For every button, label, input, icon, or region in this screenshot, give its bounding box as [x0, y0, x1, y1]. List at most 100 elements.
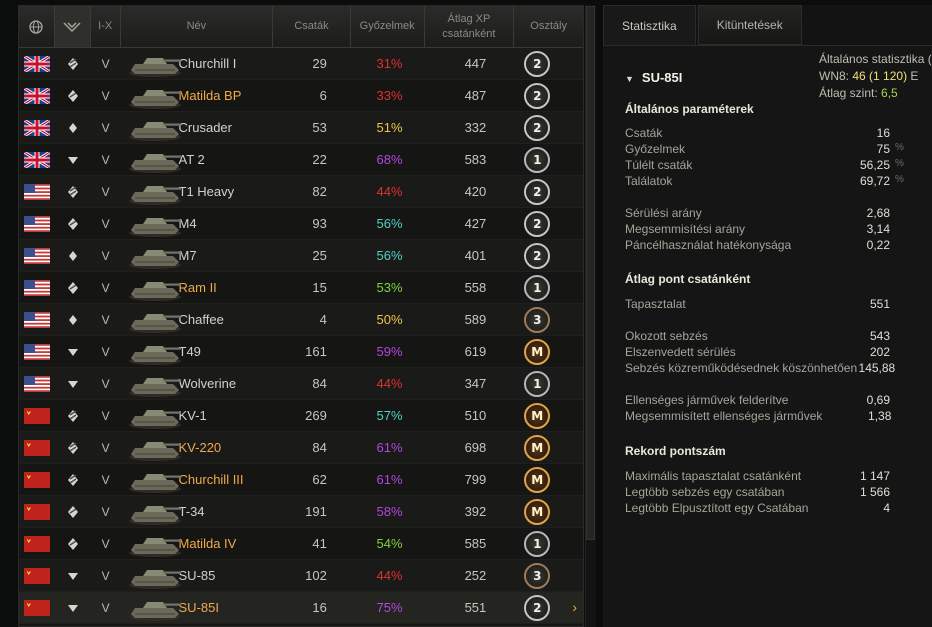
- avg-tier-label: Átlag szint:: [819, 86, 882, 100]
- avg-xp-cell: 619: [464, 344, 487, 359]
- tab-statistics[interactable]: Statisztika: [603, 5, 696, 45]
- tab-medals[interactable]: Kitüntetések: [697, 5, 802, 45]
- wins-cell: 61%: [351, 464, 425, 495]
- table-row[interactable]: V Matilda BP 6 33% 487 2: [19, 80, 583, 112]
- sort-tier[interactable]: I-X: [91, 6, 121, 47]
- stats-content: Általános statisztika ( WN8: 46 (1 120) …: [603, 45, 932, 627]
- table-row[interactable]: V KV-220 84 61% 698 M: [19, 432, 583, 464]
- table-row[interactable]: V T-34 191 58% 392 M: [19, 496, 583, 528]
- mastery-badge-icon: 2: [524, 242, 551, 269]
- vehicle-name: KV-1: [178, 408, 207, 423]
- sort-class[interactable]: Osztály: [514, 6, 583, 47]
- mastery-badge-icon: M: [524, 338, 551, 365]
- stat-value: 75: [876, 142, 890, 156]
- stat-label: Sérülési arány: [625, 206, 702, 220]
- tier-cell: V: [101, 248, 110, 263]
- mastery-badge-icon: 1: [524, 530, 551, 557]
- battles-cell: 25: [312, 248, 327, 263]
- table-row[interactable]: V Matilda IV 41 54% 585 1: [19, 528, 583, 560]
- vehicle-name-cell: Ram II: [121, 272, 274, 303]
- stat-damage-received: Elszenvedett sérülés 202: [625, 345, 905, 361]
- table-row[interactable]: V Ram II 15 53% 558 1: [19, 272, 583, 304]
- wins-cell: 51%: [351, 112, 425, 143]
- wins-header-label: Győzelmek: [359, 20, 415, 32]
- tier-cell: V: [101, 88, 110, 103]
- stat-unit: [890, 393, 905, 409]
- class-cell: 2: [514, 176, 583, 207]
- class-cell: 1: [514, 144, 583, 175]
- tier-cell: V: [101, 280, 110, 295]
- stat-label: Maximális tapasztalat csatánként: [625, 469, 802, 483]
- vehicle-type-light-icon: [55, 240, 91, 271]
- vehicle-name-cell: Crusader: [121, 112, 274, 143]
- table-row[interactable]: V Churchill III 62 61% 799 M: [19, 464, 583, 496]
- stat-xp: Tapasztalat 551: [625, 297, 905, 313]
- vehicle-name-cell: KV-220: [121, 432, 274, 463]
- battles-cell: 29: [312, 56, 327, 71]
- mastery-badge-icon: M: [524, 466, 551, 493]
- mastery-badge-icon: 2: [524, 114, 551, 141]
- vehicle-name: Ram II: [178, 280, 217, 295]
- stat-max-xp: Maximális tapasztalat csatánként 1 147: [625, 469, 905, 485]
- vehicle-title[interactable]: ▼ SU-85I: [625, 70, 682, 85]
- tier-cell: V: [101, 568, 110, 583]
- table-row[interactable]: V Wolverine 84 44% 347 1: [19, 368, 583, 400]
- table-row[interactable]: V Chaffee 4 50% 589 3: [19, 304, 583, 336]
- sort-nation[interactable]: [19, 6, 55, 47]
- tier-cell: V: [101, 536, 110, 551]
- table-row[interactable]: V Churchill I 29 31% 447 2: [19, 48, 583, 80]
- stat-label: Legtöbb sebzés egy csatában: [625, 485, 785, 499]
- stat-max-damage: Legtöbb sebzés egy csatában 1 566: [625, 485, 905, 501]
- tier-cell: V: [101, 600, 110, 615]
- nation-flag-ussr: [19, 464, 55, 495]
- sort-vehicle-type[interactable]: [54, 6, 91, 47]
- avg-tier-value: 6,5: [881, 86, 898, 100]
- table-row[interactable]: V M4 93 56% 427 2: [19, 208, 583, 240]
- vehicle-name: Crusader: [178, 120, 232, 135]
- battles-cell: 53: [312, 120, 327, 135]
- tier-cell: V: [101, 216, 110, 231]
- vehicle-type-heavy-icon: [55, 432, 91, 463]
- sort-avg-xp[interactable]: Átlag XP csatánként: [425, 6, 515, 47]
- scrollbar-thumb[interactable]: [586, 6, 595, 540]
- table-row[interactable]: V Crusader 53 51% 332 2: [19, 112, 583, 144]
- table-row[interactable]: V T49 161 59% 619 M: [19, 336, 583, 368]
- table-row[interactable]: V SU-85 102 44% 252 3: [19, 560, 583, 592]
- sort-wins[interactable]: Győzelmek: [351, 6, 425, 47]
- stat-unit: [890, 297, 905, 313]
- avg-xp-cell: 585: [464, 536, 487, 551]
- vehicle-name-cell: AT 2: [121, 144, 274, 175]
- avg-xp-header-label: Átlag XP csatánként: [442, 12, 496, 40]
- wn8-suffix: E: [907, 69, 919, 83]
- avg-xp-cell: 447: [464, 56, 487, 71]
- table-row[interactable]: V T1 Heavy 82 44% 420 2: [19, 176, 583, 208]
- mastery-badge-icon: M: [524, 402, 551, 429]
- vehicle-name: T1 Heavy: [178, 184, 235, 199]
- collapse-arrow-icon: ▼: [625, 74, 634, 84]
- sort-battles[interactable]: Csaták: [273, 6, 351, 47]
- nation-flag-us: [19, 240, 55, 271]
- win-rate: 59%: [376, 344, 403, 359]
- stat-unit: [890, 345, 905, 361]
- vehicle-name-cell: Churchill I: [121, 48, 274, 79]
- vehicle-name: Chaffee: [178, 312, 224, 327]
- table-row[interactable]: V KV-1 269 57% 510 M: [19, 400, 583, 432]
- vehicle-name: Matilda IV: [178, 536, 237, 551]
- section-avg-per-battle: Átlag pont csatánként: [625, 272, 751, 286]
- sort-name[interactable]: Név: [121, 6, 274, 47]
- vehicle-name: Matilda BP: [178, 88, 242, 103]
- stat-value: 0,69: [866, 393, 890, 407]
- avg-xp-cell: 583: [464, 152, 487, 167]
- battles-header-label: Csaták: [294, 20, 329, 32]
- mastery-badge-icon: 1: [524, 146, 551, 173]
- general-stats-title: Általános statisztika (: [819, 52, 932, 66]
- table-row[interactable]: V SU-85I 16 75% 551 2 ›: [19, 592, 583, 624]
- table-row[interactable]: V AT 2 22 68% 583 1: [19, 144, 583, 176]
- vehicle-name-cell: M4: [121, 208, 274, 239]
- wins-cell: 56%: [351, 240, 425, 271]
- vehicle-type-icon: [63, 21, 81, 32]
- stat-unit: [890, 206, 905, 222]
- vehicle-type-td-icon: [55, 144, 91, 175]
- stat-value: 543: [869, 329, 890, 343]
- table-row[interactable]: V M7 25 56% 401 2: [19, 240, 583, 272]
